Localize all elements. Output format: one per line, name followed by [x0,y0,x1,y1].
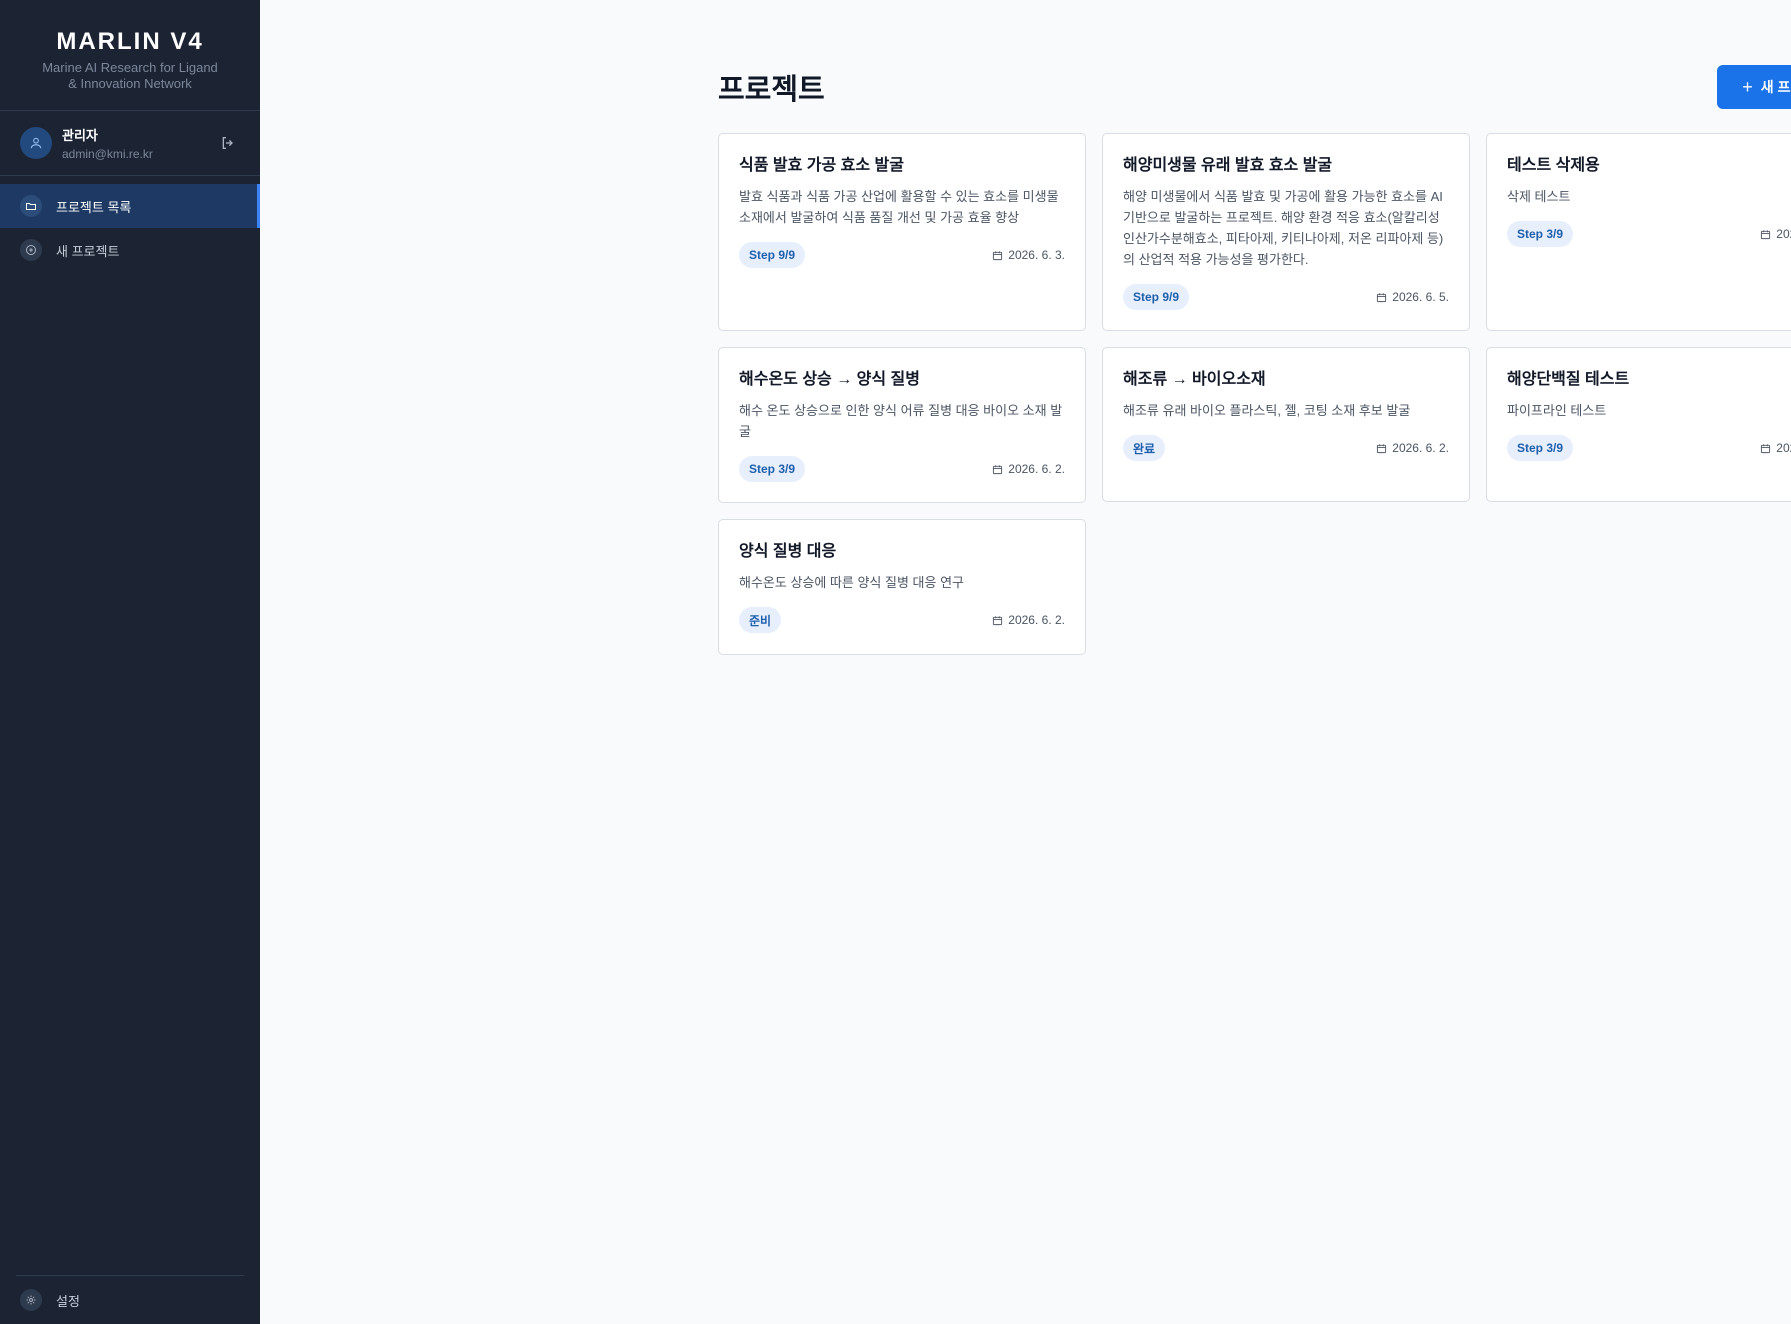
brand-subtitle: Marine AI Research for Ligand & Innovati… [42,60,218,91]
calendar-icon [1761,229,1771,239]
project-footer: Step 3/9 2026. 6. 2. [1507,435,1791,461]
project-date-text: 2026. 6. 2. [1392,441,1449,455]
project-title: 해양단백질 테스트 [1507,371,1630,388]
project-title: 해수온도 상승 → 양식 질병 [739,371,920,388]
logout-icon[interactable] [216,131,240,155]
project-date-text: 2026. 6. 3. [1008,248,1065,262]
brand-title: MARLIN V4 [56,28,204,55]
project-date: 2026. 6. 2. [1376,441,1449,455]
calendar-icon [993,464,1003,474]
calendar-icon [1377,443,1387,453]
project-card[interactable]: 해조류 → 바이오소재 해조류 유래 바이오 플라스틱, 젤, 코팅 소재 후보… [1102,347,1470,502]
status-badge: Step 9/9 [1123,284,1190,310]
user-name: 관리자 [62,128,98,143]
project-footer: 준비 2026. 6. 2. [739,607,1065,633]
project-date: 2026. 6. 2. [992,462,1065,476]
sidebar-item-label: 프로젝트 목록 [56,199,132,215]
user-email: admin@kmi.re.kr [62,147,153,161]
project-description: 발효 식품과 식품 가공 산업에 활용할 수 있는 효소를 미생물 소재에서 발… [739,189,1059,225]
project-description: 파이프라인 테스트 [1507,403,1607,418]
project-footer: Step 9/9 2026. 6. 3. [739,242,1065,268]
folder-open-icon [20,195,42,217]
sidebar-item-label: 새 프로젝트 [56,243,120,259]
project-title: 해조류 → 바이오소재 [1123,371,1266,388]
page-title: 프로젝트 [718,74,825,106]
sidebar-item-label: 설정 [56,1293,80,1309]
app-root: MARLIN V4 Marine AI Research for Ligand … [0,0,1791,1324]
main-content: 프로젝트 + 새 프로젝트 식품 발효 가공 효소 발굴 발효 식품과 식품 가… [260,0,1791,1324]
new-project-button[interactable]: + 새 프로젝트 [1717,65,1791,109]
project-date: 2026. 6. 2. [1760,441,1791,455]
project-date: 2026. 6. 2. [1760,227,1791,241]
project-footer: 완료 2026. 6. 2. [1123,435,1449,461]
project-card[interactable]: 식품 발효 가공 효소 발굴 발효 식품과 식품 가공 산업에 활용할 수 있는… [718,133,1086,331]
project-card[interactable]: 양식 질병 대응 해수온도 상승에 따른 양식 질병 대응 연구 준비 2026… [718,519,1086,655]
user-icon [20,127,52,159]
plus-icon: + [1742,77,1753,97]
project-description: 해양 미생물에서 식품 발효 및 가공에 활용 가능한 효소를 AI 기반으로 … [1123,189,1444,267]
status-badge: Step 3/9 [739,456,806,482]
user-box: 관리자 admin@kmi.re.kr [0,111,260,176]
sidebar-nav: 프로젝트 목록 새 프로젝트 [0,184,260,272]
project-title: 식품 발효 가공 효소 발굴 [739,157,904,174]
project-description: 해조류 유래 바이오 플라스틱, 젤, 코팅 소재 후보 발굴 [1123,403,1411,418]
project-footer: Step 9/9 2026. 6. 5. [1123,284,1449,310]
project-date-text: 2026. 6. 5. [1392,290,1449,304]
status-badge: 완료 [1123,435,1166,461]
calendar-icon [1377,292,1387,302]
project-title: 양식 질병 대응 [739,543,837,560]
user-info: 관리자 admin@kmi.re.kr [62,125,216,161]
project-footer: Step 3/9 2026. 6. 2. [1507,221,1791,247]
calendar-icon [993,615,1003,625]
project-description: 해수온도 상승에 따른 양식 질병 대응 연구 [739,575,964,590]
project-description: 해수 온도 상승으로 인한 양식 어류 질병 대응 바이오 소재 발굴 [739,403,1063,439]
project-date: 2026. 6. 3. [992,248,1065,262]
project-date-text: 2026. 6. 2. [1008,462,1065,476]
gear-icon [20,1289,42,1311]
project-title: 테스트 삭제용 [1507,157,1600,174]
page-header: 프로젝트 + 새 프로젝트 [718,65,1791,109]
project-date: 2026. 6. 2. [992,613,1065,627]
project-title: 해양미생물 유래 발효 효소 발굴 [1123,157,1333,174]
project-date-text: 2026. 6. 2. [1776,227,1791,241]
project-description: 삭제 테스트 [1507,189,1571,204]
sidebar-footer: 설정 [16,1275,244,1324]
status-badge: Step 9/9 [739,242,806,268]
project-card[interactable]: 해수온도 상승 → 양식 질병 해수 온도 상승으로 인한 양식 어류 질병 대… [718,347,1086,503]
sidebar-item-projects[interactable]: 프로젝트 목록 [0,184,260,228]
project-footer: Step 3/9 2026. 6. 2. [739,456,1065,482]
sidebar-item-new-project[interactable]: 새 프로젝트 [0,228,260,272]
status-badge: Step 3/9 [1507,435,1574,461]
project-date: 2026. 6. 5. [1376,290,1449,304]
project-card[interactable]: 해양단백질 테스트 파이프라인 테스트 Step 3/9 2026. 6. 2. [1486,347,1791,502]
plus-circle-icon [20,239,42,261]
project-date-text: 2026. 6. 2. [1776,441,1791,455]
project-card[interactable]: 해양미생물 유래 발효 효소 발굴 해양 미생물에서 식품 발효 및 가공에 활… [1102,133,1470,331]
calendar-icon [1761,443,1771,453]
new-project-button-label: 새 프로젝트 [1760,79,1791,95]
sidebar: MARLIN V4 Marine AI Research for Ligand … [0,0,260,1324]
project-card[interactable]: 테스트 삭제용 삭제 테스트 Step 3/9 2026. 6. 2. [1486,133,1791,331]
project-date-text: 2026. 6. 2. [1008,613,1065,627]
status-badge: 준비 [739,607,782,633]
brand: MARLIN V4 Marine AI Research for Ligand … [0,0,260,111]
project-grid: 식품 발효 가공 효소 발굴 발효 식품과 식품 가공 산업에 활용할 수 있는… [718,133,1791,655]
sidebar-item-settings[interactable]: 설정 [20,1276,240,1324]
status-badge: Step 3/9 [1507,221,1574,247]
calendar-icon [993,250,1003,260]
